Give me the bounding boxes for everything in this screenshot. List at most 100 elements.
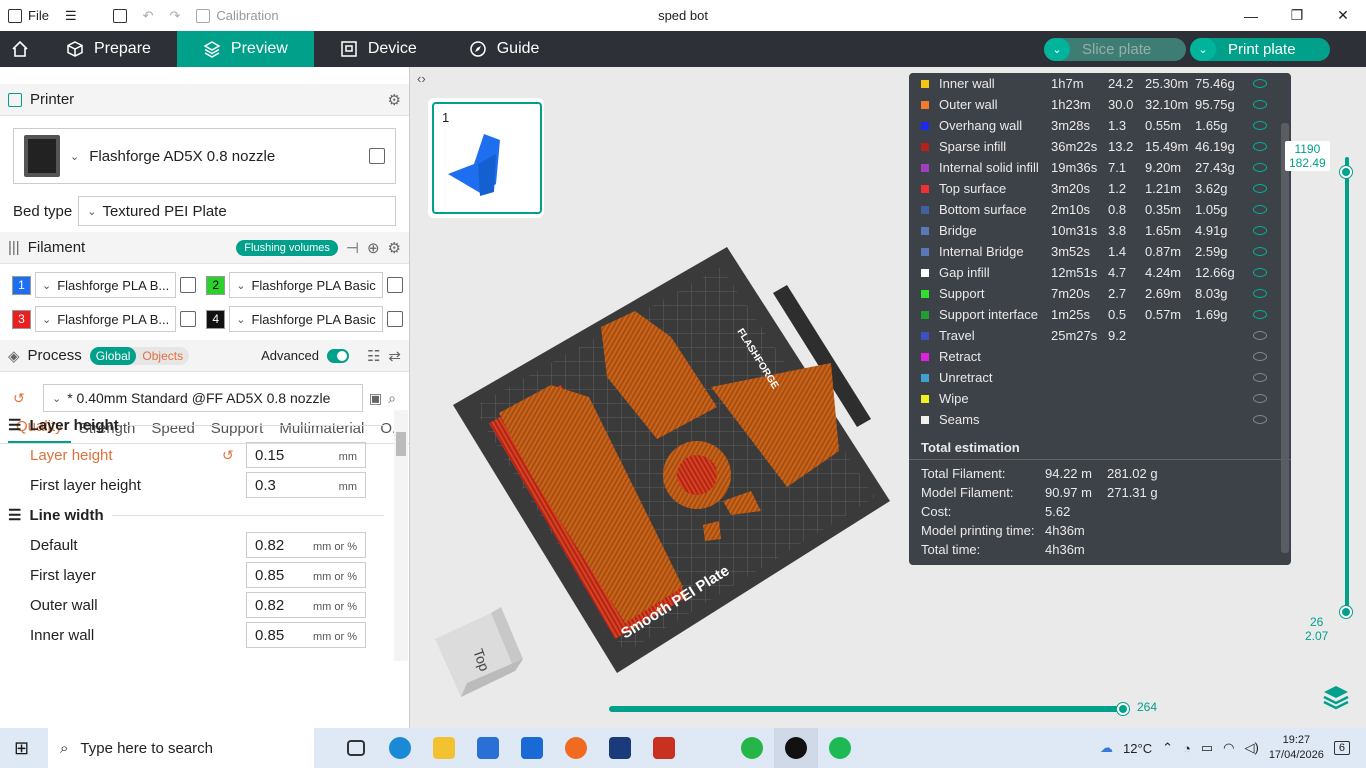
parameter-scrollbar[interactable] [394, 410, 408, 661]
visibility-eye-icon[interactable] [1253, 310, 1267, 319]
file-menu[interactable]: File [0, 8, 57, 23]
visibility-eye-icon[interactable] [1253, 394, 1267, 403]
menu-button[interactable]: ☰ [57, 8, 85, 24]
param-input[interactable]: 0.85 mm or % [246, 562, 366, 588]
filament-select[interactable]: ⌄ Flashforge PLA Basic [229, 272, 383, 298]
task-view-icon[interactable] [334, 728, 378, 768]
visibility-eye-icon[interactable] [1253, 331, 1267, 340]
visibility-eye-icon[interactable] [1253, 163, 1267, 172]
filament-select[interactable]: ⌄ Flashforge PLA B... [35, 306, 177, 332]
visibility-eye-icon[interactable] [1253, 100, 1267, 109]
edit-filament-icon[interactable] [386, 277, 403, 293]
param-input[interactable]: 0.3 mm [246, 472, 366, 498]
close-button[interactable]: ✕ [1320, 0, 1366, 31]
edit-printer-icon[interactable] [369, 148, 385, 164]
legend-scrollbar[interactable] [1281, 123, 1289, 553]
global-objects-toggle[interactable]: Global Objects [89, 346, 190, 365]
visibility-eye-icon[interactable] [1253, 121, 1267, 130]
printer-settings-icon[interactable]: ⚙ [388, 91, 401, 109]
param-input[interactable]: 0.15 mm [246, 442, 366, 468]
filament-select[interactable]: ⌄ Flashforge PLA B... [35, 272, 177, 298]
tab-preview[interactable]: Preview [176, 31, 314, 67]
process-list-icon[interactable]: ☷ [367, 347, 380, 365]
undo-button[interactable]: ↶ [135, 8, 162, 24]
upper-layer-knob[interactable] [1340, 166, 1352, 178]
reset-icon[interactable]: ↺ [13, 390, 31, 407]
visibility-eye-icon[interactable] [1253, 205, 1267, 214]
save-button[interactable] [105, 8, 135, 23]
visibility-eye-icon[interactable] [1253, 79, 1267, 88]
param-input[interactable]: 0.82 mm or % [246, 592, 366, 618]
filament-number[interactable]: 3 [12, 309, 31, 329]
bed-type-select[interactable]: ⌄ Textured PEI Plate [78, 196, 396, 226]
reset-icon[interactable]: ↺ [222, 447, 240, 464]
clock[interactable]: 19:27 17/04/2026 [1269, 733, 1324, 763]
view-cube[interactable]: Top [435, 607, 523, 697]
search-icon[interactable]: ⌕ [388, 390, 396, 407]
tab-device[interactable]: Device [314, 31, 443, 67]
print-dropdown-icon[interactable]: ⌄ [1190, 38, 1216, 61]
param-input[interactable]: 0.85 mm or % [246, 622, 366, 648]
filament-select[interactable]: ⌄ Flashforge PLA Basic [229, 306, 383, 332]
scrollbar-thumb[interactable] [396, 432, 406, 456]
store-icon[interactable] [466, 728, 510, 768]
advanced-switch[interactable] [326, 348, 349, 363]
visibility-eye-icon[interactable] [1253, 268, 1267, 277]
taskbar-search[interactable]: ⌕ Type here to search [48, 728, 314, 768]
slicer-app-icon[interactable] [774, 728, 818, 768]
param-input[interactable]: 0.82 mm or % [246, 532, 366, 558]
slice-plate-button[interactable]: ⌄ Slice plate [1044, 38, 1186, 61]
firefox-icon[interactable] [554, 728, 598, 768]
objects-option[interactable]: Objects [136, 347, 189, 365]
layer-range-slider[interactable] [1345, 157, 1349, 617]
visibility-eye-icon[interactable] [1253, 247, 1267, 256]
move-slider-knob[interactable] [1117, 703, 1129, 715]
move-slider[interactable] [609, 706, 1125, 712]
redo-button[interactable]: ↷ [162, 8, 189, 24]
battery-icon[interactable]: ▭ [1201, 740, 1213, 756]
filament-number[interactable]: 1 [12, 275, 31, 295]
flushing-volumes-button[interactable]: Flushing volumes [236, 239, 338, 256]
add-filament-icon[interactable]: ⊕ [367, 239, 380, 257]
global-option[interactable]: Global [89, 346, 137, 365]
visibility-eye-icon[interactable] [1253, 184, 1267, 193]
b-app-icon[interactable] [598, 728, 642, 768]
printer-selector[interactable]: ⌄ Flashforge AD5X 0.8 nozzle [13, 128, 396, 184]
windows-start-icon[interactable]: ⊞ [14, 738, 29, 759]
visibility-eye-icon[interactable] [1253, 415, 1267, 424]
file-explorer-icon[interactable] [422, 728, 466, 768]
filament-number[interactable]: 4 [206, 309, 226, 329]
notification-icon[interactable]: 6 [1333, 741, 1350, 755]
remove-filament-icon[interactable]: ⊣ [346, 239, 359, 257]
tab-prepare[interactable]: Prepare [40, 31, 177, 67]
visibility-eye-icon[interactable] [1253, 373, 1267, 382]
tab-guide[interactable]: Guide [443, 31, 566, 67]
home-button[interactable] [0, 31, 40, 67]
tray-chevron-icon[interactable]: ⌃ [1162, 740, 1173, 756]
weather-icon[interactable]: ☁ [1100, 740, 1113, 756]
edge-icon[interactable] [378, 728, 422, 768]
outlook-icon[interactable] [510, 728, 554, 768]
edit-filament-icon[interactable] [180, 311, 197, 327]
lower-layer-knob[interactable] [1340, 606, 1352, 618]
compare-icon[interactable]: ⇄ [388, 347, 401, 365]
slice-dropdown-icon[interactable]: ⌄ [1044, 38, 1070, 61]
edit-filament-icon[interactable] [180, 277, 197, 293]
minimize-button[interactable]: — [1228, 0, 1274, 31]
calibration-button[interactable]: Calibration [188, 8, 286, 23]
process-preset-select[interactable]: ⌄ * 0.40mm Standard @FF AD5X 0.8 nozzle [43, 384, 363, 412]
volume-icon[interactable]: ◁) [1244, 740, 1258, 756]
wifi-icon[interactable]: ◠ [1223, 740, 1234, 756]
visibility-eye-icon[interactable] [1253, 289, 1267, 298]
save-preset-icon[interactable]: ▣ [369, 390, 382, 407]
whatsapp-icon[interactable] [730, 728, 774, 768]
filament-settings-icon[interactable]: ⚙ [388, 239, 401, 257]
print-plate-button[interactable]: ⌄ Print plate [1190, 38, 1330, 61]
network-icon[interactable]: ◔ [1183, 741, 1191, 756]
visibility-eye-icon[interactable] [1253, 352, 1267, 361]
filament-number[interactable]: 2 [206, 275, 226, 295]
visibility-eye-icon[interactable] [1253, 142, 1267, 151]
maximize-button[interactable]: ❐ [1274, 0, 1320, 31]
preview-viewport[interactable]: ‹› 1 Smooth PEI Plate FLASHFORGE Top Inn… [411, 67, 1366, 728]
spotify-icon[interactable] [818, 728, 862, 768]
